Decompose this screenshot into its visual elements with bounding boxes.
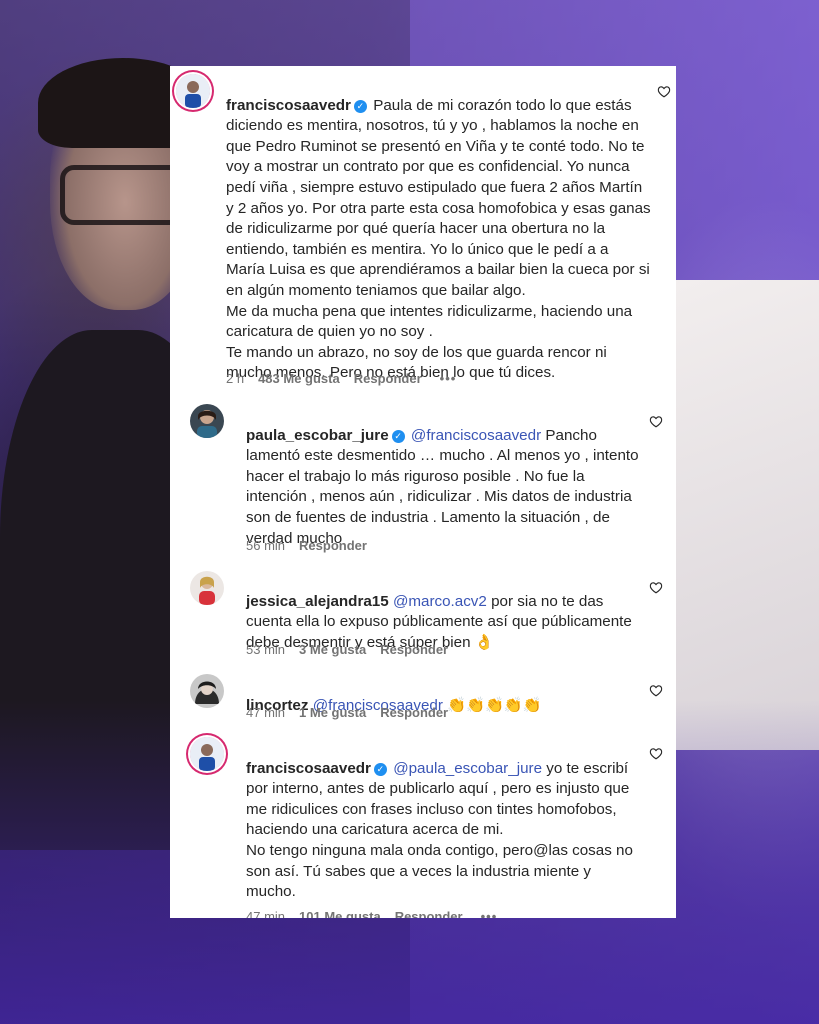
avatar[interactable] [190, 674, 224, 708]
avatar-image [190, 674, 224, 708]
comment-time: 2 h [226, 371, 245, 386]
avatar-image [190, 737, 224, 771]
person-left-glasses [60, 165, 185, 225]
reply-button[interactable]: Responder [354, 371, 422, 386]
reply-button[interactable]: Responder [395, 909, 463, 918]
comment-text: 👏👏👏👏👏 [447, 696, 542, 714]
avatar-image [176, 74, 210, 108]
more-dots-icon[interactable]: ••• [440, 371, 457, 386]
comment-body: franciscosaavedr ✓ Paula de mi corazón to… [226, 75, 651, 384]
comment-likes[interactable]: 483 Me gusta [258, 371, 340, 386]
comment-username[interactable]: franciscosaavedr [226, 97, 351, 114]
comment-likes[interactable]: 101 Me gusta [299, 909, 381, 918]
comment-text: yo te escribí por interno, antes de publ… [246, 759, 633, 901]
comment-meta: 56 min Responder [246, 538, 367, 553]
comment-meta: 53 min 3 Me gusta Responder [246, 642, 448, 657]
heart-outline-icon[interactable] [649, 747, 663, 760]
comment-likes[interactable]: 1 Me gusta [299, 705, 366, 720]
comment-time: 56 min [246, 538, 286, 553]
comment-meta: 47 min 1 Me gusta Responder [246, 705, 448, 720]
reply-button[interactable]: Responder [380, 705, 448, 720]
comment-mention[interactable]: @franciscosaavedr [411, 427, 541, 444]
comment-username[interactable]: jessica_alejandra15 [246, 593, 389, 610]
heart-outline-icon[interactable] [649, 581, 663, 594]
comments-screenshot-card: franciscosaavedr ✓ Paula de mi corazón to… [170, 66, 676, 918]
comment-username[interactable]: franciscosaavedr [246, 760, 371, 777]
comment-meta: 2 h 483 Me gusta Responder ••• [226, 371, 456, 386]
avatar-image [190, 404, 224, 438]
comment-likes[interactable]: 3 Me gusta [299, 642, 366, 657]
avatar[interactable] [190, 404, 224, 438]
comment-mention[interactable]: @marco.acv2 [393, 593, 487, 610]
heart-outline-icon[interactable] [649, 684, 663, 697]
avatar[interactable] [176, 74, 210, 108]
comment-body: franciscosaavedr ✓ @paula_escobar_jure yo… [246, 738, 642, 903]
comment-text: Paula de mi corazón todo lo que estás di… [226, 96, 651, 382]
reply-button[interactable]: Responder [299, 538, 367, 553]
comment-time: 53 min [246, 642, 286, 657]
avatar[interactable] [190, 737, 224, 771]
verified-badge-icon: ✓ [391, 429, 405, 443]
comment-meta: 47 min 101 Me gusta Responder ••• [246, 909, 497, 918]
heart-outline-icon[interactable] [657, 85, 671, 98]
comment-body: paula_escobar_jure ✓ @franciscosaavedr Pa… [246, 405, 642, 549]
reply-button[interactable]: Responder [380, 642, 448, 657]
comment-time: 47 min [246, 909, 286, 918]
heart-outline-icon[interactable] [649, 415, 663, 428]
verified-badge-icon: ✓ [353, 99, 367, 113]
comment-time: 47 min [246, 705, 286, 720]
comment-text: Pancho lamentó este desmentido … mucho .… [246, 426, 643, 547]
avatar[interactable] [190, 571, 224, 605]
avatar-image [190, 571, 224, 605]
person-right-jacket [675, 280, 819, 750]
verified-badge-icon: ✓ [373, 762, 387, 776]
comment-username[interactable]: paula_escobar_jure [246, 427, 389, 444]
comment-mention[interactable]: @paula_escobar_jure [393, 760, 542, 777]
more-dots-icon[interactable]: ••• [481, 909, 498, 918]
